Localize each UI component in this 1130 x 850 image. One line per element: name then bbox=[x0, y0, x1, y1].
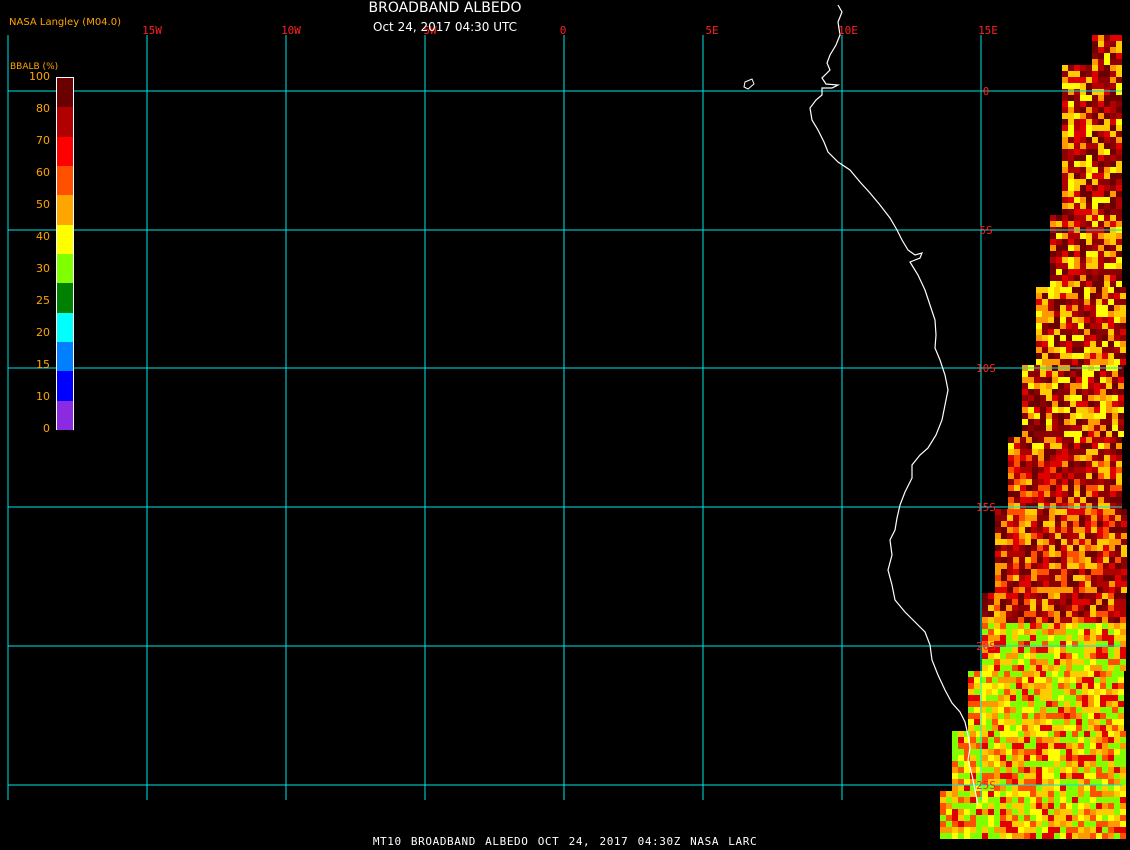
albedo-map: 15W 10W 5W 0 5E 10E 15E05S10S15S20S25S bbox=[7, 4, 1127, 839]
colorbar-swatch bbox=[57, 312, 73, 343]
longitude-label: 15E bbox=[978, 24, 998, 37]
latitude-label: 10S bbox=[976, 362, 996, 375]
grid-labels: 15W 10W 5W 0 5E 10E 15E05S10S15S20S25S bbox=[142, 24, 998, 792]
colorbar-swatch bbox=[57, 195, 73, 226]
latitude-label: 5S bbox=[979, 224, 992, 237]
colorbar-swatch bbox=[57, 283, 73, 314]
colorbar-label: 10 bbox=[36, 390, 50, 403]
colorbar-swatch bbox=[57, 342, 73, 372]
colorbar-swatch bbox=[57, 400, 73, 431]
colorbar-label: 30 bbox=[36, 262, 50, 275]
colorbar-label: 50 bbox=[36, 198, 50, 211]
lat-lon-grid bbox=[7, 35, 1122, 800]
colorbar-label: 70 bbox=[36, 134, 50, 147]
colorbar bbox=[56, 77, 74, 431]
latitude-label: 20S bbox=[976, 640, 996, 653]
colorbar-label: 20 bbox=[36, 326, 50, 339]
latitude-label: 15S bbox=[976, 501, 996, 514]
colorbar-label: 80 bbox=[36, 102, 50, 115]
colorbar-swatch bbox=[57, 371, 73, 402]
colorbar-label: 15 bbox=[36, 358, 50, 371]
colorbar-label: 60 bbox=[36, 166, 50, 179]
footer-caption: MT10 BROADBAND ALBEDO OCT 24, 2017 04:30… bbox=[372, 835, 758, 848]
colorbar-swatch bbox=[57, 136, 73, 167]
coastline bbox=[809, 4, 979, 806]
colorbar-swatch bbox=[57, 254, 73, 284]
colorbar-label: 100 bbox=[29, 70, 50, 83]
colorbar-swatch bbox=[57, 224, 73, 255]
colorbar-label: 40 bbox=[36, 230, 50, 243]
map-timestamp: Oct 24, 2017 04:30 UTC bbox=[373, 20, 517, 34]
latitude-label: 0 bbox=[983, 85, 990, 98]
colorbar-swatch bbox=[57, 78, 73, 108]
colorbar-label: 0 bbox=[43, 422, 50, 435]
colorbar-swatch bbox=[57, 166, 73, 196]
island-shape bbox=[743, 78, 755, 90]
latitude-label: 25S bbox=[976, 779, 996, 792]
map-title: BROADBAND ALBEDO bbox=[368, 0, 522, 16]
albedo-data-field bbox=[940, 35, 1127, 839]
colorbar-swatch bbox=[57, 107, 73, 138]
colorbar-label: 25 bbox=[36, 294, 50, 307]
